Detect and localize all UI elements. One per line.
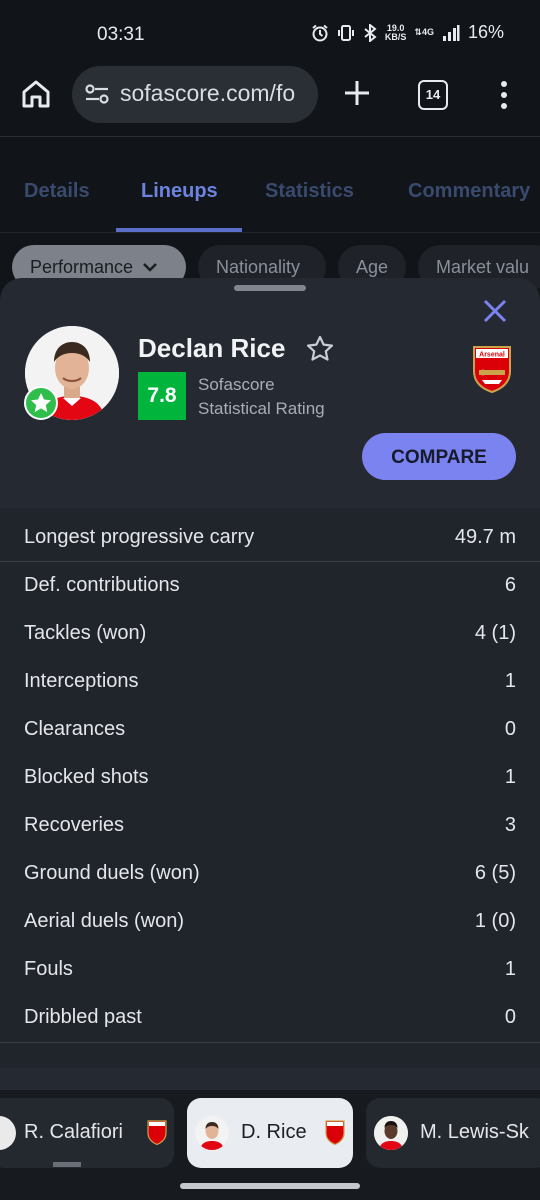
star-icon: [31, 393, 51, 413]
club-logo[interactable]: Arsenal: [470, 344, 514, 394]
more-menu-icon[interactable]: [495, 80, 513, 110]
battery-level: 16%: [467, 22, 504, 42]
gesture-bar[interactable]: [180, 1183, 360, 1189]
match-tabs: Details Lineups Statistics Commentary: [0, 150, 540, 233]
chevron-down-icon: [143, 263, 157, 272]
stat-row: Interceptions 1: [24, 670, 516, 692]
network-speed: 19.0 KB/S: [384, 22, 407, 42]
status-icons: 19.0 KB/S ⇅4G 16%: [311, 22, 504, 43]
home-icon[interactable]: [20, 78, 52, 110]
player-card-rice[interactable]: D. Rice: [187, 1098, 353, 1168]
rating-label: Sofascore Statistical Rating: [198, 375, 325, 418]
active-tab-underline: [116, 228, 242, 232]
close-icon[interactable]: [482, 298, 508, 324]
tab-details[interactable]: Details: [24, 180, 90, 203]
new-tab-icon[interactable]: [342, 78, 372, 108]
vibrate-icon: [337, 24, 354, 41]
stat-row: Dribbled past 0: [24, 1006, 516, 1028]
player-thumb: [374, 1116, 408, 1150]
signal-icon: [442, 24, 460, 41]
player-bottom-sheet: Declan Rice Arsenal 7.8 Sofascore Statis…: [0, 278, 540, 1200]
network-type: ⇅4G: [414, 27, 434, 37]
tab-commentary[interactable]: Commentary: [408, 180, 530, 203]
status-bar: 03:31 19.0 KB/S ⇅4G 16%: [0, 0, 540, 66]
carousel-indicator: [53, 1162, 81, 1167]
stats-list: Longest progressive carry 49.7 m Def. con…: [0, 508, 540, 1068]
player-name: Declan Rice: [138, 333, 286, 363]
stat-row: Recoveries 3: [24, 814, 516, 836]
arsenal-crest-icon: [325, 1120, 345, 1146]
stat-row: Ground duels (won) 6 (5): [24, 862, 516, 884]
player-card-calafiori[interactable]: R. Calafiori: [0, 1098, 174, 1168]
player-card-name: R. Calafiori: [24, 1121, 123, 1143]
player-carousel: R. Calafiori D. Rice M. Lewis-Sk: [0, 1090, 540, 1200]
browser-toolbar: sofascore.com/fo 14: [0, 66, 540, 137]
stat-row: Tackles (won) 4 (1): [24, 622, 516, 644]
status-time: 03:31: [97, 24, 145, 45]
arsenal-crest-icon: Arsenal: [473, 346, 511, 394]
arsenal-crest-icon: [147, 1120, 167, 1146]
player-thumb: [195, 1116, 229, 1150]
tab-lineups[interactable]: Lineups: [141, 180, 218, 203]
url-text[interactable]: sofascore.com/fo: [120, 80, 308, 107]
site-settings-icon[interactable]: [84, 82, 110, 106]
player-card-name: D. Rice: [241, 1121, 307, 1143]
favorite-star-icon[interactable]: [305, 334, 335, 364]
stat-row: Longest progressive carry 49.7 m: [24, 526, 516, 548]
stat-row: Blocked shots 1: [24, 766, 516, 788]
player-rating: 7.8: [138, 372, 186, 420]
bluetooth-icon: [364, 23, 377, 42]
compare-button[interactable]: COMPARE: [362, 433, 516, 480]
stat-row: Def. contributions 6: [24, 574, 516, 596]
stat-row: Aerial duels (won) 1 (0): [24, 910, 516, 932]
player-thumb: [0, 1116, 16, 1150]
top-player-badge: [24, 386, 58, 420]
address-bar[interactable]: sofascore.com/fo: [72, 66, 318, 123]
stat-row: Fouls 1: [24, 958, 516, 980]
player-card-name: M. Lewis-Sk: [420, 1121, 529, 1143]
crest-text: Arsenal: [479, 352, 505, 359]
tab-switcher-button[interactable]: 14: [418, 80, 448, 110]
alarm-icon: [312, 24, 328, 41]
divider: [0, 1042, 540, 1043]
player-card-lewis-skelly[interactable]: M. Lewis-Sk: [366, 1098, 540, 1168]
drag-handle[interactable]: [234, 285, 306, 291]
stat-row: Clearances 0: [24, 718, 516, 740]
tab-statistics[interactable]: Statistics: [265, 180, 354, 203]
